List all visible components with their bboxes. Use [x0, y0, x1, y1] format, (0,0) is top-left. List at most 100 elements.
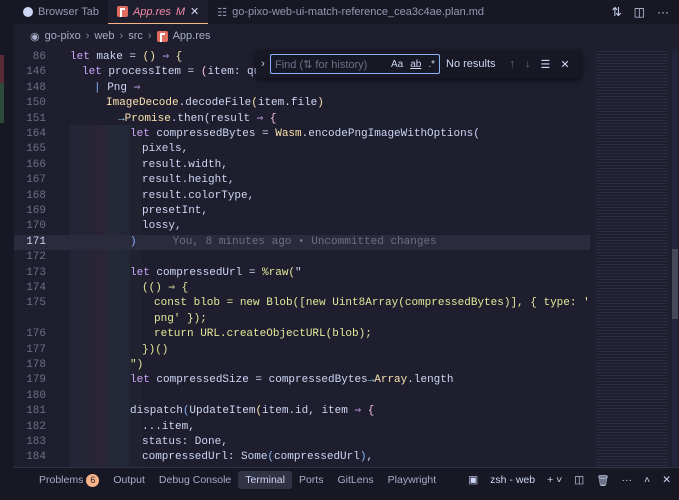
code-line[interactable]: 177 })()	[14, 343, 590, 358]
code-line[interactable]: 169 presetInt,	[14, 204, 590, 219]
code-line[interactable]: 173 let compressedUrl = %raw("	[14, 266, 590, 281]
bottom-panel: Problems 6 Output Debug Console Terminal Port…	[14, 467, 679, 500]
code-token: png' });	[154, 312, 207, 325]
panel-tab-output[interactable]: Output	[106, 471, 152, 489]
arrow-down-icon[interactable]: ↓	[525, 58, 531, 70]
find-results: No results	[446, 58, 496, 70]
tab-browser[interactable]: Browser Tab	[14, 0, 108, 24]
breadcrumb-item[interactable]: src	[128, 30, 143, 42]
code-line[interactable]: 171) You, 8 minutes ago • Uncommitted cha…	[14, 234, 590, 251]
panel-tab-ports[interactable]: Ports	[292, 471, 331, 489]
scrollbar[interactable]	[672, 49, 678, 467]
panel-tab-playwright[interactable]: Playwright	[381, 471, 443, 489]
code-text: png' });	[154, 312, 207, 327]
line-number: 177	[26, 343, 46, 356]
code-token: UpdateItem	[189, 405, 256, 418]
code-line[interactable]: 181 dispatch(UpdateItem(item.id, item ⇒ {	[14, 404, 590, 419]
code-token: compressedUrl	[274, 451, 360, 464]
code-line[interactable]: 164 let compressedBytes = Wasm.encodePngI…	[14, 127, 590, 142]
code-line[interactable]: 167 result.height,	[14, 173, 590, 188]
code-text: compressedUrl: Some(compressedUrl),	[142, 450, 373, 465]
code-text: result.colorType,	[142, 189, 254, 204]
breadcrumb-item[interactable]: go-pixo	[45, 30, 81, 42]
code-line[interactable]: 166 result.width,	[14, 158, 590, 173]
code-line[interactable]: 184 compressedUrl: Some(compressedUrl),	[14, 450, 590, 465]
more-actions-icon[interactable]: ···	[622, 474, 633, 486]
panel-tab-gitlens[interactable]: GitLens	[330, 471, 380, 489]
panel-tab-debug-console[interactable]: Debug Console	[152, 471, 238, 489]
code-token: .decodeFile	[178, 97, 252, 110]
code-line[interactable]: 174 (() ⇒ {	[14, 281, 590, 296]
code-line[interactable]: 165 pixels,	[14, 142, 590, 157]
code-line[interactable]: 175 const blob = new Blob([new Uint8Array…	[14, 296, 590, 311]
tab-label: App.res	[132, 5, 171, 18]
code-line[interactable]: 172	[14, 250, 590, 265]
whole-word-toggle[interactable]: ab	[410, 59, 421, 70]
toggle-replace-icon[interactable]: ›	[256, 58, 270, 70]
code-token: Promise	[124, 112, 171, 125]
code-line[interactable]: 148 | Png ⇒	[14, 81, 590, 96]
line-number: 165	[26, 143, 46, 156]
code-text: ) You, 8 minutes ago • Uncommitted change…	[130, 235, 437, 250]
find-input[interactable]: Find (⇅ for history) Aa ab .*	[270, 54, 440, 74]
code-token: {	[269, 112, 277, 125]
add-terminal-icon[interactable]: + ˅	[547, 474, 562, 486]
maximize-panel-icon[interactable]: ˄	[644, 474, 650, 486]
code-line[interactable]: 182 ...item,	[14, 420, 590, 435]
code-text: presetInt,	[142, 204, 208, 219]
minimap[interactable]	[596, 49, 668, 467]
tab-label: go-pixo-web-ui-match-reference_cea3c4ae.…	[232, 6, 485, 18]
close-icon[interactable]: ✕	[190, 5, 199, 18]
code-token: return URL.createObjectURL(blob);	[154, 328, 372, 341]
line-number: 151	[26, 112, 46, 125]
arrow-up-icon[interactable]: ↑	[510, 58, 516, 70]
compare-changes-icon[interactable]: ⇅	[612, 5, 622, 19]
code-token: result.height,	[142, 174, 235, 187]
terminal-selector[interactable]: zsh - web	[490, 474, 535, 486]
code-line[interactable]: 151 →Promise.then(result ⇒ {	[14, 112, 590, 127]
line-number: 166	[26, 158, 46, 171]
code-line[interactable]: 180	[14, 389, 590, 404]
code-token: .length	[407, 374, 454, 387]
close-panel-icon[interactable]: ✕	[662, 474, 671, 486]
code-token: presetInt,	[142, 205, 209, 217]
split-editor-icon[interactable]: ◫	[634, 5, 645, 19]
code-line[interactable]: 168 result.colorType,	[14, 189, 590, 204]
line-number: 182	[26, 420, 46, 433]
code-token: "	[295, 266, 302, 279]
match-case-toggle[interactable]: Aa	[391, 59, 403, 70]
panel-tab-problems[interactable]: Problems 6	[32, 471, 106, 490]
tab-plan-md[interactable]: ☷ go-pixo-web-ui-match-reference_cea3c4ae…	[208, 0, 493, 24]
trash-icon[interactable]: 🗑	[596, 474, 609, 487]
split-terminal-icon[interactable]: ◫	[574, 474, 584, 486]
line-number: 86	[32, 51, 46, 63]
code-text: })()	[142, 343, 168, 358]
code-text: let compressedBytes = Wasm.encodePngImag…	[130, 127, 480, 142]
line-number: 175	[26, 297, 46, 310]
code-line[interactable]: 183 status: Done,	[14, 435, 590, 450]
code-text: const blob = new Blob([new Uint8Array(co…	[154, 296, 590, 311]
code-line[interactable]: 178 ")	[14, 358, 590, 373]
find-in-selection-icon[interactable]: ☰	[541, 58, 551, 71]
code-line[interactable]: 150 ImageDecode.decodeFile(item.file)	[14, 96, 590, 111]
code-line[interactable]: 170 lossy,	[14, 219, 590, 234]
regex-toggle[interactable]: .*	[428, 59, 435, 70]
more-actions-icon[interactable]: ···	[657, 5, 669, 19]
tab-app-res[interactable]: App.res M ✕	[107, 0, 209, 24]
code-line[interactable]: 179 let compressedSize = compressedBytes→…	[14, 373, 590, 388]
code-token: processItem =	[108, 66, 201, 79]
code-token: ⇒	[354, 405, 368, 418]
breadcrumb: ◉ go-pixo › web › src › App.res	[30, 30, 211, 43]
code-token: ()	[142, 51, 163, 63]
code-token: )	[317, 97, 324, 110]
line-number: 168	[26, 189, 46, 202]
panel-tab-terminal[interactable]: Terminal	[238, 471, 292, 489]
breadcrumb-item[interactable]: App.res	[173, 30, 211, 42]
line-number: 170	[26, 220, 46, 233]
breadcrumb-item[interactable]: web	[94, 30, 114, 42]
close-icon[interactable]: ✕	[560, 58, 569, 71]
code-line[interactable]: png' });	[14, 312, 590, 327]
code-text: dispatch(UpdateItem(item.id, item ⇒ {	[130, 404, 374, 419]
code-editor[interactable]: 86 let make = () ⇒ {146 let processItem = …	[14, 49, 590, 467]
code-line[interactable]: 176 return URL.createObjectURL(blob);	[14, 327, 590, 342]
